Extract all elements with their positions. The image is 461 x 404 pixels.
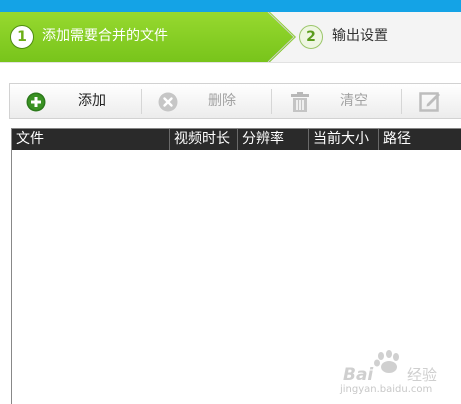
plus-circle-icon <box>26 92 46 112</box>
window-top-strip <box>0 0 461 12</box>
watermark-url: jingyan.baidu.com <box>340 384 433 395</box>
step-2-label: 输出设置 <box>332 28 388 44</box>
column-header-duration[interactable]: 视频时长 <box>170 129 238 150</box>
delete-button-label: 删除 <box>208 93 236 109</box>
wizard-steps: 1 添加需要合并的文件 2 输出设置 <box>0 12 461 63</box>
trash-icon <box>291 92 309 112</box>
toolbar: 添加 删除 清空 <box>9 83 461 119</box>
step-2-number: 2 <box>299 25 323 49</box>
edit-button[interactable] <box>402 84 461 118</box>
baidu-jingyan-watermark: Bai 经验 <box>343 350 437 385</box>
add-button-label: 添加 <box>78 93 106 109</box>
column-header-resolution[interactable]: 分辨率 <box>238 129 309 150</box>
add-button[interactable]: 添加 <box>10 84 140 118</box>
svg-text:经验: 经验 <box>407 366 437 384</box>
svg-text:Bai: Bai <box>343 365 374 385</box>
edit-icon <box>419 92 440 112</box>
step-1-number: 1 <box>10 25 34 49</box>
clear-button[interactable]: 清空 <box>272 84 400 118</box>
step-arrow-divider-icon <box>267 12 295 62</box>
x-circle-icon <box>158 92 178 112</box>
step-1-label: 添加需要合并的文件 <box>42 28 168 44</box>
clear-button-label: 清空 <box>340 93 368 109</box>
delete-button[interactable]: 删除 <box>142 84 270 118</box>
column-header-file[interactable]: 文件 <box>12 129 170 150</box>
column-header-size[interactable]: 当前大小 <box>309 129 379 150</box>
column-header-path[interactable]: 路径 <box>379 129 461 150</box>
wizard-step-1[interactable]: 1 添加需要合并的文件 <box>0 12 296 62</box>
file-list-header: 文件 视频时长 分辨率 当前大小 路径 <box>12 129 461 150</box>
